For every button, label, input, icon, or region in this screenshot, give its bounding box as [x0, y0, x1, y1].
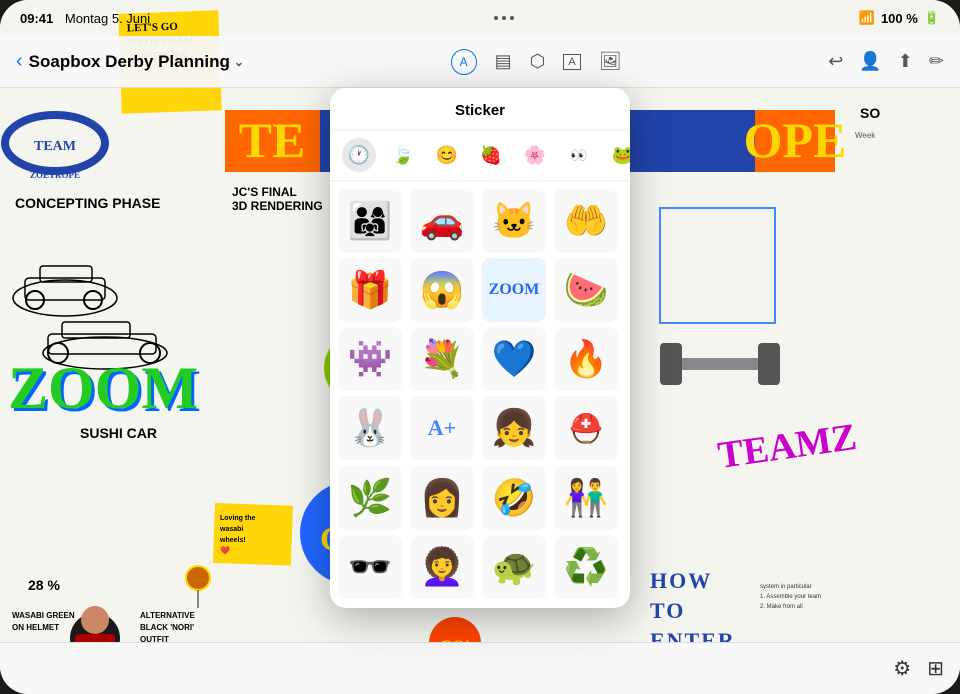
media-icon[interactable]: ⬡: [530, 51, 546, 72]
sticker-item-monster[interactable]: 👾: [338, 327, 402, 391]
sticker-item-hands[interactable]: 🤲: [554, 189, 618, 253]
svg-text:TEAM: TEAM: [34, 139, 76, 154]
back-button[interactable]: ‹: [16, 50, 23, 73]
sticker-item-aplus[interactable]: A+: [410, 396, 474, 460]
sticker-cat-recent[interactable]: 🕐: [342, 138, 376, 172]
sticker-item-family[interactable]: 👨‍👩‍👧: [338, 189, 402, 253]
sticker-cat-berry[interactable]: 🍓: [474, 138, 508, 172]
image-icon[interactable]: 🖼: [599, 51, 622, 72]
share-icon[interactable]: ⬆: [898, 51, 913, 72]
status-right: 📶 100 % 🔋: [859, 10, 940, 26]
undo-icon[interactable]: ↩: [828, 51, 843, 72]
svg-text:BLACK 'NORI': BLACK 'NORI': [140, 623, 194, 632]
settings-icon[interactable]: ⚙: [893, 656, 911, 681]
sticker-item-heart[interactable]: 💙: [482, 327, 546, 391]
sticker-item-scared[interactable]: 😱: [410, 258, 474, 322]
sticker-item-cool[interactable]: 🕶️: [338, 535, 402, 599]
sticker-item-redcar[interactable]: 🚗: [410, 189, 474, 253]
wifi-icon: 📶: [859, 10, 875, 26]
sticker-panel-title: Sticker: [330, 88, 630, 130]
svg-text:TO: TO: [650, 598, 685, 623]
svg-text:CONCEPTING PHASE: CONCEPTING PHASE: [15, 195, 160, 211]
svg-text:TE: TE: [239, 112, 306, 168]
dot3: [510, 16, 514, 20]
sticker-item-couple[interactable]: 👫: [554, 466, 618, 530]
text-box-icon[interactable]: A: [563, 54, 580, 70]
status-center-dots: [494, 16, 514, 20]
svg-text:wheels!: wheels!: [219, 537, 246, 544]
svg-text:JC'S FINAL: JC'S FINAL: [232, 185, 297, 199]
sticker-item-girl[interactable]: 👧: [482, 396, 546, 460]
sticker-item-firecar[interactable]: 🔥: [554, 327, 618, 391]
sticker-item-cat[interactable]: 🐱: [482, 189, 546, 253]
sticker-item-turtle[interactable]: 🐢: [482, 535, 546, 599]
battery-icon: 🔋: [924, 10, 940, 26]
sticker-item-laughing[interactable]: 🤣: [482, 466, 546, 530]
sticker-cat-leaf[interactable]: 🍃: [386, 138, 420, 172]
status-bar: 09:41 Montag 5. Juni 📶 100 % 🔋: [0, 0, 960, 36]
svg-text:OUTFIT: OUTFIT: [140, 635, 169, 642]
sticker-item-flowers[interactable]: 💐: [410, 327, 474, 391]
sticker-panel: Sticker 🕐 🍃 😊 🍓 🌸 👀 🐸 👨‍👩‍👧 🚗 🐱 🤲 🎁 😱 ZO…: [330, 88, 630, 608]
svg-text:Loving the: Loving the: [220, 515, 255, 522]
dot1: [494, 16, 498, 20]
sticker-item-woman2[interactable]: 👩‍🦱: [410, 535, 474, 599]
sticker-cat-eyes[interactable]: 👀: [562, 138, 596, 172]
sticker-category-bar: 🕐 🍃 😊 🍓 🌸 👀 🐸: [330, 130, 630, 181]
sticker-cat-emoji[interactable]: 😊: [430, 138, 464, 172]
svg-text:Week: Week: [855, 131, 876, 140]
svg-text:ENTER: ENTER: [650, 628, 736, 642]
table-icon[interactable]: ▤: [495, 51, 512, 72]
title-chevron-icon[interactable]: ⌄: [234, 55, 244, 69]
sticker-item-rabbit[interactable]: 🐰: [338, 396, 402, 460]
sticker-grid: 👨‍👩‍👧 🚗 🐱 🤲 🎁 😱 ZOOM 🍉 👾 💐 💙 🔥 🐰 A+ 👧 ⛑️…: [330, 181, 630, 608]
grid-icon[interactable]: ⊞: [927, 656, 944, 681]
svg-text:ZOOM: ZOOM: [8, 355, 198, 421]
svg-text:3D RENDERING: 3D RENDERING: [232, 199, 323, 213]
svg-text:ON HELMET: ON HELMET: [12, 623, 59, 632]
collaborate-icon[interactable]: 👤: [859, 51, 881, 72]
svg-text:SO: SO: [860, 105, 880, 121]
sticker-cat-frog[interactable]: 🐸: [606, 138, 630, 172]
svg-text:WASABI GREEN: WASABI GREEN: [12, 611, 75, 620]
sticker-cat-flower[interactable]: 🌸: [518, 138, 552, 172]
nav-right: ↩ 👤 ⬆ ✏: [828, 51, 944, 72]
svg-text:1. Assemble your team: 1. Assemble your team: [760, 594, 821, 600]
bottom-toolbar: ⚙ ⊞: [0, 642, 960, 694]
nav-toolbar: A ▤ ⬡ A 🖼: [451, 49, 622, 75]
svg-text:HOW: HOW: [650, 568, 712, 593]
dot2: [502, 16, 506, 20]
svg-text:28 %: 28 %: [28, 577, 60, 593]
svg-text:❤️: ❤️: [220, 546, 230, 555]
sticker-item-helmet[interactable]: ⛑️: [554, 396, 618, 460]
status-time: 09:41 Montag 5. Juni: [20, 11, 150, 26]
svg-text:2. Make from all: 2. Make from all: [760, 604, 803, 610]
nav-left: ‹ Soapbox Derby Planning ⌄: [16, 50, 244, 73]
svg-text:SUSHI CAR: SUSHI CAR: [80, 425, 157, 441]
svg-text:ALTERNATIVE: ALTERNATIVE: [140, 611, 195, 620]
format-icon[interactable]: A: [451, 49, 477, 75]
nav-bar: ‹ Soapbox Derby Planning ⌄ A ▤ ⬡ A 🖼 ↩ 👤…: [0, 36, 960, 88]
svg-text:wasabi: wasabi: [219, 526, 243, 533]
svg-text:system in particular: system in particular: [760, 584, 812, 590]
back-chevron-icon: ‹: [16, 50, 23, 73]
sticker-item-woman[interactable]: 👩: [410, 466, 474, 530]
sticker-item-recycle[interactable]: ♻️: [554, 535, 618, 599]
sticker-item-watermelon[interactable]: 🍉: [554, 258, 618, 322]
sticker-item-gift[interactable]: 🎁: [338, 258, 402, 322]
ipad-frame: TEAM ZOETROPE TEAM TE OPE CONCEPTING PHA…: [0, 0, 960, 694]
edit-icon[interactable]: ✏: [929, 51, 944, 72]
sticker-item-zoom[interactable]: ZOOM: [482, 258, 546, 322]
sticker-item-plant[interactable]: 🌿: [338, 466, 402, 530]
svg-text:ZOETROPE: ZOETROPE: [30, 170, 80, 180]
svg-text:OPE: OPE: [744, 112, 847, 168]
document-title: Soapbox Derby Planning ⌄: [29, 52, 244, 72]
